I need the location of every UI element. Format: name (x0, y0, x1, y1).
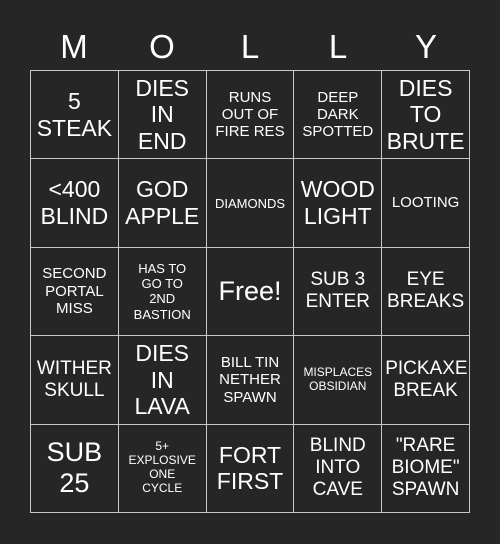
bingo-cell[interactable]: FORT FIRST (206, 424, 295, 513)
bingo-cell[interactable]: RUNS OUT OF FIRE RES (206, 71, 295, 160)
bingo-cell[interactable]: DIES IN END (118, 71, 207, 160)
bingo-cell[interactable]: DIES IN LAVA (118, 336, 207, 425)
bingo-card: M O L L Y 5 STEAK DIES IN END RUNS OUT OF … (0, 0, 500, 544)
bingo-grid: 5 STEAK DIES IN END RUNS OUT OF FIRE RES DE… (30, 70, 470, 513)
bingo-cell-label: WOOD LIGHT (300, 176, 375, 230)
bingo-cell[interactable]: SECOND PORTAL MISS (31, 247, 119, 337)
bingo-cell[interactable]: BILL TIN NETHER SPAWN (206, 336, 295, 425)
bingo-header: M O L L Y (30, 22, 470, 70)
bingo-cell[interactable]: DIAMONDS (206, 159, 295, 248)
bingo-cell[interactable]: DIES TO BRUTE (382, 71, 470, 160)
bingo-cell[interactable]: WITHER SKULL (31, 336, 119, 425)
bingo-cell-label: HAS TO GO TO 2ND BASTION (133, 261, 191, 322)
bingo-cell[interactable]: Free! (206, 247, 295, 337)
bingo-cell[interactable]: DEEP DARK SPOTTED (294, 71, 383, 160)
bingo-cell-label: 5+ EXPLOSIVE ONE CYCLE (128, 439, 196, 496)
bingo-cell-label: <400 BLIND (40, 176, 109, 230)
header-letter-2: L (240, 27, 260, 65)
bingo-cell[interactable]: PICKAXE BREAK (382, 336, 470, 425)
bingo-cell[interactable]: "RARE BIOME" SPAWN (382, 424, 470, 513)
bingo-cell[interactable]: MISPLACES OBSIDIAN (294, 336, 383, 425)
header-letter-0: M (60, 27, 88, 65)
header-letter-4: Y (414, 27, 437, 65)
header-letter-1: O (149, 27, 175, 65)
bingo-cell-label: BLIND INTO CAVE (309, 435, 366, 501)
bingo-cell[interactable]: SUB 3 ENTER (294, 247, 383, 337)
bingo-cell-label: "RARE BIOME" SPAWN (391, 435, 460, 501)
bingo-cell[interactable]: 5 STEAK (31, 71, 119, 160)
bingo-cell[interactable]: 5+ EXPLOSIVE ONE CYCLE (118, 424, 207, 513)
bingo-cell-label: GOD APPLE (125, 176, 200, 230)
bingo-cell-label: SECOND PORTAL MISS (42, 265, 107, 318)
bingo-cell-label: RUNS OUT OF FIRE RES (215, 88, 285, 141)
bingo-cell[interactable]: WOOD LIGHT (294, 159, 383, 248)
bingo-cell-label: FORT FIRST (216, 441, 284, 495)
bingo-cell-label: DIES IN LAVA (134, 339, 190, 420)
bingo-cell[interactable]: LOOTING (382, 159, 470, 248)
bingo-cell-label: 5 STEAK (36, 88, 113, 141)
bingo-cell[interactable]: HAS TO GO TO 2ND BASTION (118, 247, 207, 337)
bingo-cell-label: DEEP DARK SPOTTED (302, 88, 374, 141)
bingo-cell-label: DIES TO BRUTE (386, 74, 465, 155)
bingo-cell-label: LOOTING (391, 194, 460, 212)
bingo-cell-label: PICKAXE BREAK (385, 357, 468, 401)
bingo-cell[interactable]: EYE BREAKS (382, 247, 470, 337)
bingo-cell[interactable]: SUB 25 (31, 424, 119, 513)
bingo-cell-label: BILL TIN NETHER SPAWN (219, 353, 281, 406)
bingo-cell-label: WITHER SKULL (36, 357, 112, 401)
bingo-cell[interactable]: BLIND INTO CAVE (294, 424, 383, 513)
bingo-cell-label: DIAMONDS (214, 195, 286, 211)
bingo-cell-label: Free! (218, 275, 282, 306)
bingo-cell[interactable]: <400 BLIND (31, 159, 119, 248)
header-letter-3: L (328, 27, 348, 65)
bingo-cell-label: MISPLACES OBSIDIAN (303, 364, 373, 393)
bingo-cell-label: SUB 25 (46, 436, 103, 499)
bingo-cell-label: DIES IN END (135, 74, 190, 155)
bingo-cell-label: EYE BREAKS (387, 269, 465, 313)
bingo-cell[interactable]: GOD APPLE (118, 159, 207, 248)
bingo-cell-label: SUB 3 ENTER (305, 269, 370, 313)
